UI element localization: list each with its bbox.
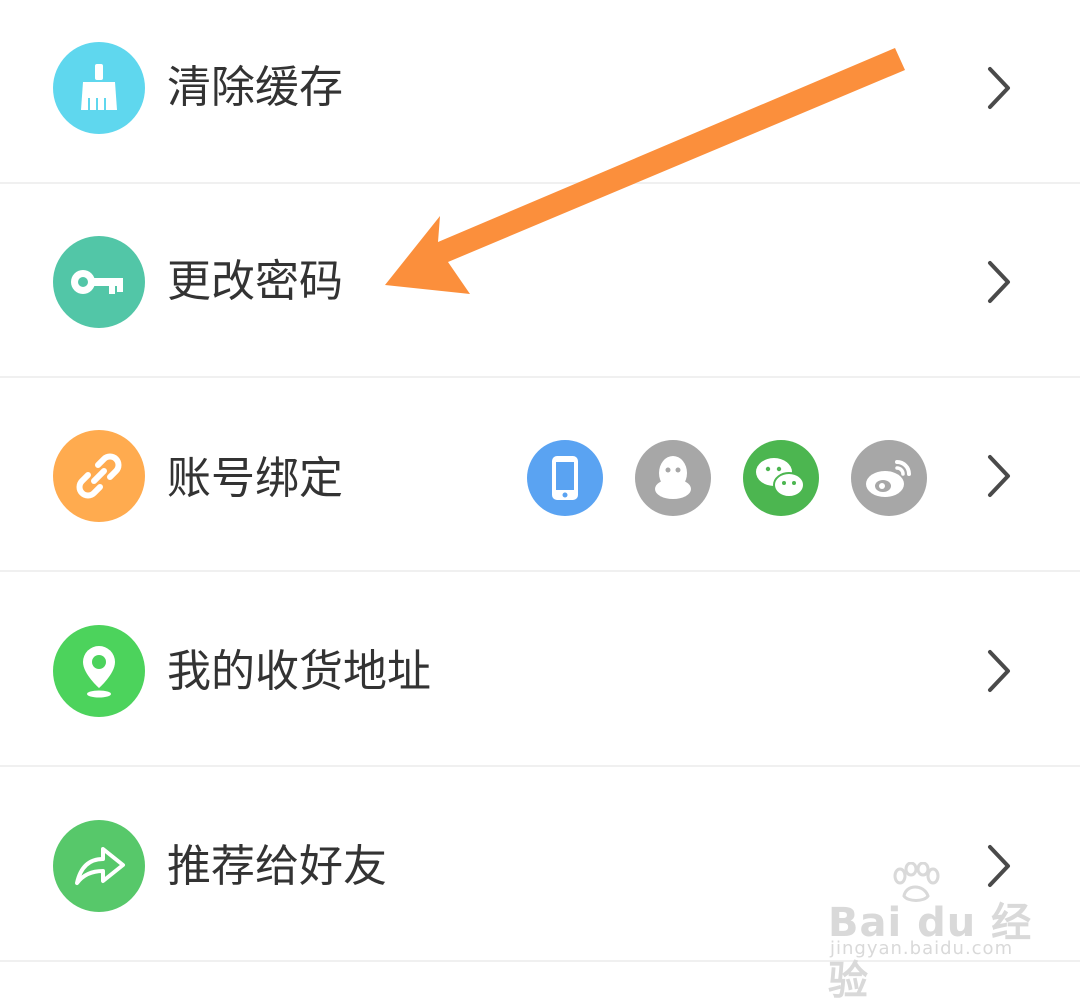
location-pin-icon (53, 625, 145, 717)
link-icon (53, 430, 145, 522)
change-password-label: 更改密码 (167, 256, 343, 307)
chevron-right-icon (988, 455, 1010, 497)
recommend-friends-label: 推荐给好友 (167, 841, 387, 892)
bound-accounts (527, 440, 927, 516)
chevron-right-icon (988, 650, 1010, 692)
account-binding-row[interactable]: 账号绑定 (0, 378, 1080, 572)
baidu-jingyan-watermark: Bai du 经验 jingyan.baidu.com (828, 862, 1038, 1004)
shipping-address-label: 我的收货地址 (167, 646, 431, 697)
clear-cache-label: 清除缓存 (167, 62, 343, 113)
broom-icon (53, 42, 145, 134)
clear-cache-row[interactable]: 清除缓存 (0, 0, 1080, 184)
phone-icon[interactable] (527, 440, 603, 516)
share-icon (53, 820, 145, 912)
watermark-url: jingyan.baidu.com (830, 938, 1014, 959)
change-password-row[interactable]: 更改密码 (0, 184, 1080, 378)
wechat-icon[interactable] (743, 440, 819, 516)
key-icon (53, 236, 145, 328)
weibo-icon[interactable] (851, 440, 927, 516)
qq-icon[interactable] (635, 440, 711, 516)
shipping-address-row[interactable]: 我的收货地址 (0, 573, 1080, 767)
chevron-right-icon (988, 261, 1010, 303)
account-binding-label: 账号绑定 (167, 453, 343, 504)
chevron-right-icon (988, 67, 1010, 109)
